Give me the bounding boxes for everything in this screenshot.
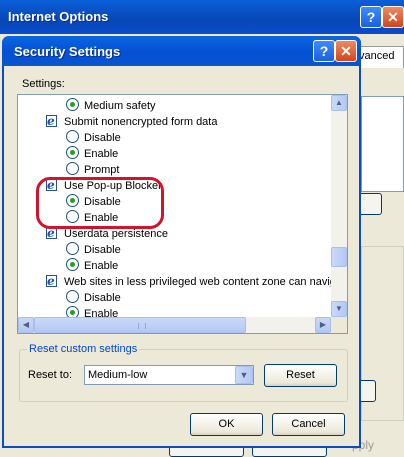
tab-advanced[interactable]: vanced	[355, 46, 404, 68]
radio-button[interactable]	[66, 258, 79, 271]
setting-option-label: Medium safety	[84, 100, 156, 112]
scroll-down-icon[interactable]: ▼	[331, 301, 347, 317]
setting-category-label: Web sites in less privileged web content…	[64, 276, 333, 288]
ie-settings-icon: e	[46, 274, 60, 288]
vertical-scroll-thumb[interactable]	[331, 247, 347, 267]
horizontal-scroll-thumb[interactable]	[34, 317, 246, 333]
setting-option-label: Disable	[84, 292, 121, 304]
setting-option-label: Disable	[84, 132, 121, 144]
cancel-button[interactable]: Cancel	[272, 413, 345, 436]
radio-button[interactable]	[66, 146, 79, 159]
dialog-title: Security Settings	[14, 44, 121, 59]
setting-category-label: Userdata persistence	[64, 228, 168, 240]
reset-level-select[interactable]: Medium-low	[84, 365, 254, 385]
close-button[interactable]: ✕	[335, 40, 357, 62]
ok-button[interactable]: OK	[190, 413, 263, 436]
setting-option[interactable]: Medium safety	[66, 98, 156, 114]
setting-option[interactable]: Enable	[66, 258, 118, 274]
setting-option[interactable]: Disable	[66, 290, 121, 306]
scroll-grip-icon	[138, 323, 146, 329]
radio-button[interactable]	[66, 162, 79, 175]
help-button[interactable]: ?	[313, 40, 335, 62]
setting-option-label: Enable	[84, 148, 119, 160]
popup-blocker-highlight	[36, 177, 164, 229]
reset-button[interactable]: Reset	[264, 364, 337, 387]
horizontal-scrollbar[interactable]: ◀ ▶	[18, 317, 331, 333]
setting-option[interactable]: Prompt	[66, 162, 119, 178]
setting-option-label: Disable	[84, 244, 121, 256]
radio-button[interactable]	[66, 98, 79, 111]
reset-to-label: Reset to:	[28, 369, 73, 381]
scroll-right-icon[interactable]: ▶	[315, 317, 331, 333]
setting-option[interactable]: Disable	[66, 242, 121, 258]
setting-option[interactable]: Enable	[66, 146, 118, 162]
setting-category-label: Submit nonencrypted form data	[64, 116, 218, 128]
internet-options-close-button[interactable]: ✕	[382, 6, 404, 28]
setting-option-label: Enable	[84, 308, 119, 317]
reset-group-label: Reset custom settings	[27, 343, 140, 355]
scrollbar-corner	[331, 317, 347, 333]
radio-button[interactable]	[66, 290, 79, 303]
radio-button[interactable]	[66, 306, 79, 317]
internet-options-title: Internet Options	[8, 9, 109, 24]
radio-button[interactable]	[66, 130, 79, 143]
scroll-left-icon[interactable]: ◀	[18, 317, 34, 333]
settings-label: Settings:	[22, 78, 65, 90]
setting-option[interactable]: Disable	[66, 130, 121, 146]
setting-category: e Submit nonencrypted form data	[46, 114, 217, 130]
ie-settings-icon: e	[46, 114, 60, 128]
radio-button[interactable]	[66, 242, 79, 255]
setting-option[interactable]: Enable	[66, 306, 118, 317]
background-panel	[361, 96, 404, 192]
setting-option-label: Enable	[84, 260, 119, 272]
setting-option-label: Prompt	[84, 164, 120, 176]
scroll-up-icon[interactable]: ▲	[331, 95, 347, 111]
internet-options-help-button[interactable]: ?	[360, 6, 382, 28]
vertical-scrollbar[interactable]: ▲ ▼	[331, 95, 347, 317]
chevron-down-icon[interactable]: ▼	[235, 366, 253, 384]
setting-category: e Web sites in less privileged web conten…	[46, 274, 333, 290]
